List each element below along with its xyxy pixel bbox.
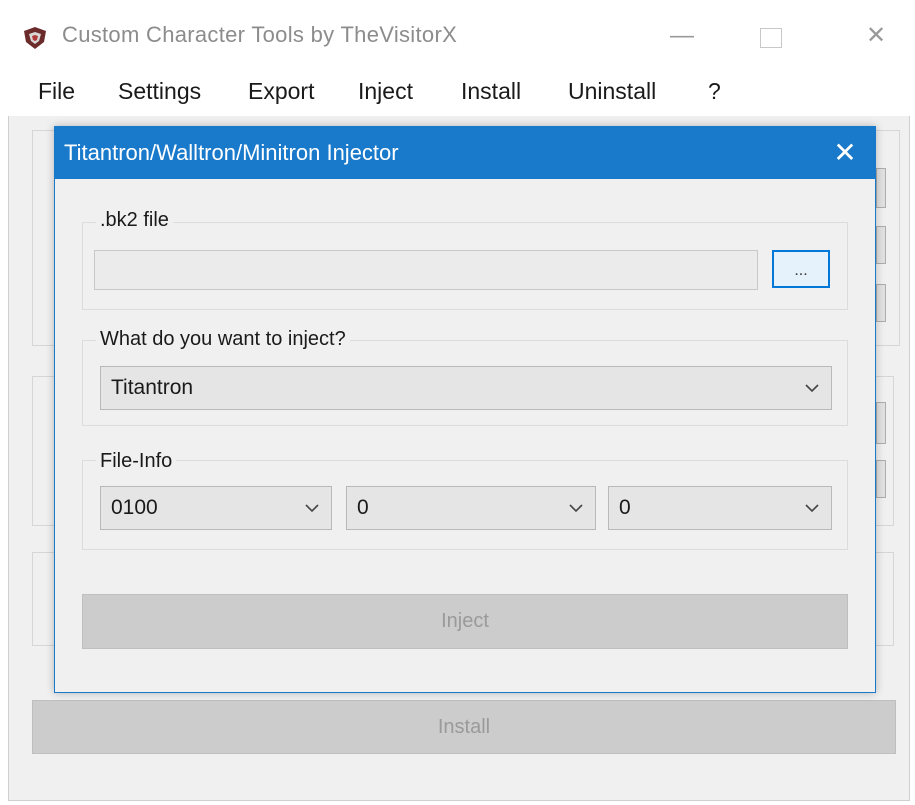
bg-button[interactable] [876, 226, 886, 264]
menu-uninstall[interactable]: Uninstall [568, 78, 656, 105]
file-info-select-2[interactable]: 0 [346, 486, 596, 530]
install-button[interactable]: Install [32, 700, 896, 754]
menu-help[interactable]: ? [708, 78, 721, 105]
inject-type-value: Titantron [111, 376, 194, 399]
file-info-label: File-Info [96, 450, 177, 473]
menu-export[interactable]: Export [248, 78, 314, 105]
inject-button[interactable]: Inject [82, 594, 848, 649]
maximize-button[interactable] [760, 28, 782, 48]
close-window-icon[interactable]: ✕ [856, 24, 896, 48]
bg-button[interactable] [876, 402, 886, 444]
bk2-path-input[interactable] [94, 250, 758, 290]
file-info-select-1[interactable]: 0100 [100, 486, 332, 530]
browse-button[interactable]: ... [772, 250, 830, 288]
chevron-down-icon [305, 504, 319, 513]
window-title: Custom Character Tools by TheVisitorX [62, 22, 458, 47]
minimize-button[interactable]: — [662, 24, 702, 48]
dialog-title: Titantron/Walltron/Minitron Injector [64, 140, 399, 165]
menu-settings[interactable]: Settings [118, 78, 201, 105]
dialog-close-icon[interactable]: ✕ [828, 136, 862, 170]
file-info-value-1: 0100 [111, 496, 158, 519]
inject-type-label: What do you want to inject? [96, 328, 350, 351]
menu-install[interactable]: Install [461, 78, 521, 105]
chevron-down-icon [805, 504, 819, 513]
bg-button[interactable] [876, 460, 886, 498]
bg-button[interactable] [876, 284, 886, 322]
menu-inject[interactable]: Inject [358, 78, 413, 105]
bg-button[interactable] [876, 168, 886, 208]
chevron-down-icon [569, 504, 583, 513]
file-info-value-3: 0 [619, 496, 631, 519]
chevron-down-icon [805, 384, 819, 393]
app-shield-icon [24, 27, 46, 49]
inject-type-select[interactable]: Titantron [100, 366, 832, 410]
file-info-value-2: 0 [357, 496, 369, 519]
menu-file[interactable]: File [38, 78, 75, 105]
file-info-select-3[interactable]: 0 [608, 486, 832, 530]
bk2-file-label: .bk2 file [96, 209, 173, 232]
